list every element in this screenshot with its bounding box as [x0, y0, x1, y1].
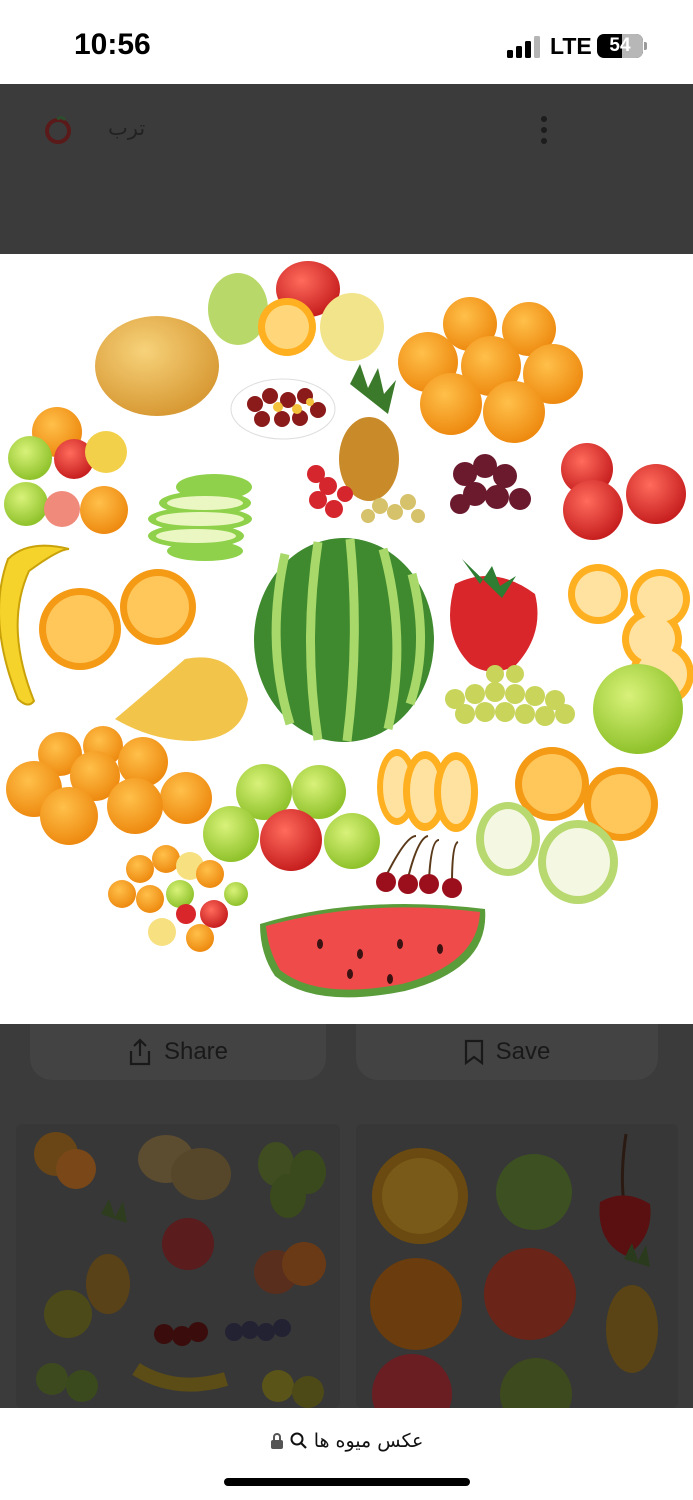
battery-icon: 54: [597, 34, 643, 58]
related-fruits-illustration-1: [34, 1132, 326, 1408]
share-icon: [129, 1038, 151, 1066]
status-time: 10:56: [74, 28, 151, 61]
save-label: Save: [495, 1038, 551, 1065]
home-indicator[interactable]: [224, 1478, 470, 1486]
url-text: عکس میوه ها: [313, 1430, 424, 1452]
battery-percent: 54: [609, 35, 631, 56]
search-icon: [290, 1432, 307, 1449]
network-type: LTE: [550, 33, 592, 59]
related-image-1[interactable]: [16, 1124, 340, 1408]
address-bar[interactable]: عکس میوه ها: [0, 1430, 693, 1452]
browser-bottom-bar: عکس میوه ها: [0, 1408, 693, 1500]
share-label: Share: [163, 1038, 229, 1065]
image-actions: Share Save: [0, 1024, 693, 1124]
save-button[interactable]: Save: [356, 1024, 658, 1080]
bookmark-icon: [464, 1039, 483, 1065]
top-bar: ترب: [0, 84, 693, 254]
lock-icon: [270, 1433, 283, 1449]
fruit-image: [0, 254, 693, 1024]
battery-tip: [644, 42, 647, 50]
related-image-2[interactable]: [356, 1124, 678, 1408]
status-bar: 10:56 LTE 54: [0, 0, 693, 84]
more-options-icon[interactable]: [532, 112, 556, 148]
share-button[interactable]: Share: [30, 1024, 326, 1080]
site-name[interactable]: ترب: [108, 116, 145, 140]
signal-icon: [507, 36, 540, 58]
related-fruits-illustration-2: [370, 1133, 658, 1408]
torob-logo-icon[interactable]: [44, 116, 72, 144]
fruit-collage-illustration: [0, 261, 693, 998]
